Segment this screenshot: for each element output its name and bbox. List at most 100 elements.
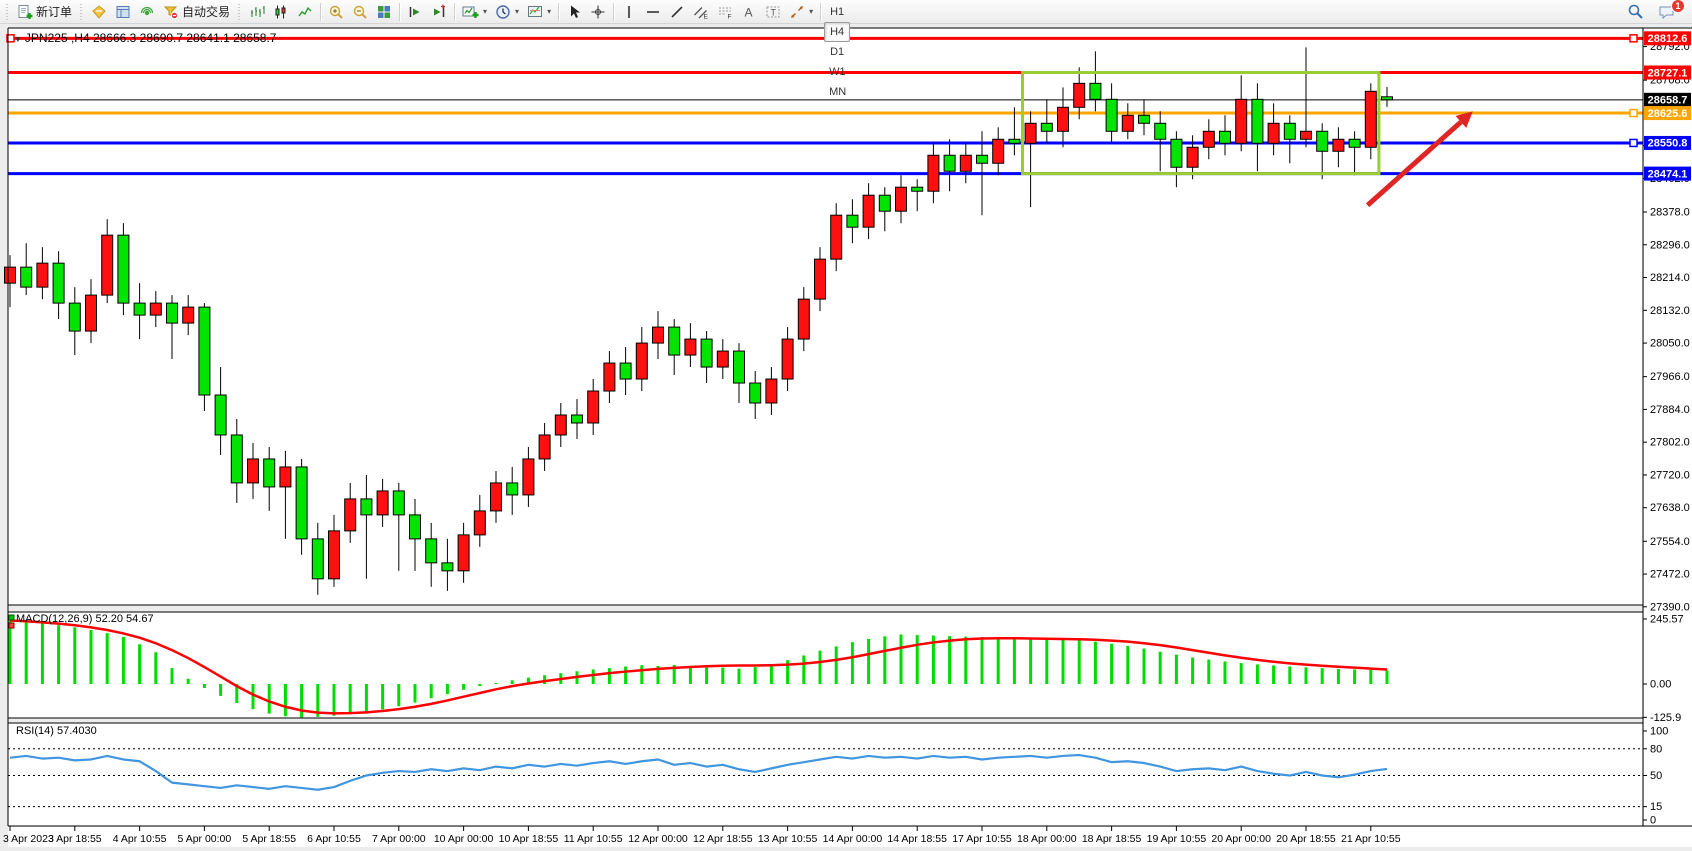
price-axis-label: 27966.0	[1650, 371, 1690, 383]
candle	[734, 351, 745, 383]
timeframe-button-h4[interactable]: H4	[824, 22, 850, 42]
timeframe-button-h1[interactable]: H1	[824, 2, 850, 22]
candle	[118, 235, 129, 303]
macd-signal-handle[interactable]	[9, 623, 14, 628]
candle	[896, 187, 907, 211]
bar-chart-button[interactable]	[245, 2, 269, 22]
candle	[312, 539, 323, 579]
notifications-button[interactable]: 1	[1654, 2, 1680, 22]
macd-axis-label: 245.57	[1650, 613, 1684, 625]
template-button[interactable]: ▾	[523, 2, 555, 22]
candle	[1090, 83, 1101, 99]
candle	[102, 235, 113, 295]
candle	[831, 215, 842, 259]
add-indicator-button[interactable]: ▾	[458, 2, 491, 22]
rsi-pane-background	[8, 723, 1643, 826]
macd-handle[interactable]	[9, 615, 14, 620]
autotrading-button[interactable]: 自动交易	[159, 2, 234, 22]
line-chart-icon	[297, 4, 313, 20]
time-axis-label: 7 Apr 00:00	[372, 833, 426, 845]
line-handle[interactable]	[1630, 139, 1637, 146]
crosshair-button[interactable]	[586, 2, 610, 22]
timeframe-button-mn[interactable]: MN	[824, 82, 851, 102]
time-axis-label: 10 Apr 18:55	[499, 833, 559, 845]
line-handle[interactable]	[1630, 110, 1637, 117]
candle	[685, 339, 696, 355]
time-axis-label: 20 Apr 18:55	[1276, 833, 1336, 845]
zoom-in-button[interactable]	[324, 2, 348, 22]
candle	[361, 499, 372, 515]
candle	[37, 263, 48, 287]
zoom-out-button[interactable]	[348, 2, 372, 22]
vertical-line-button[interactable]	[617, 2, 641, 22]
channel-icon: E	[693, 4, 709, 20]
timeframe-button-d1[interactable]: D1	[824, 42, 850, 62]
candle	[815, 259, 826, 299]
price-axis-label: 28050.0	[1650, 338, 1690, 350]
candle	[199, 307, 210, 395]
period-clock-button[interactable]: ▾	[491, 2, 523, 22]
chart-menu-icon[interactable]: ▼	[14, 35, 22, 44]
market-watch-icon	[91, 4, 107, 20]
new-order-icon	[17, 4, 33, 20]
time-axis-label: 3 Apr 18:55	[48, 833, 102, 845]
candle	[167, 303, 178, 323]
candle	[150, 303, 161, 315]
svg-text:F: F	[728, 13, 732, 20]
svg-text:T: T	[771, 7, 777, 17]
autotrading-label: 自动交易	[182, 3, 230, 20]
market-watch-button[interactable]	[87, 2, 111, 22]
text-button[interactable]: A	[737, 2, 761, 22]
arrows-tool-button[interactable]: ▾	[785, 2, 817, 22]
time-axis-label: 14 Apr 00:00	[823, 833, 883, 845]
candle	[296, 467, 307, 539]
time-axis-label: 5 Apr 18:55	[242, 833, 296, 845]
arrows-tool-icon	[789, 4, 805, 20]
candle	[588, 391, 599, 423]
candle	[523, 459, 534, 495]
fibonacci-icon: F	[717, 4, 733, 20]
candle	[1252, 99, 1263, 143]
horizontal-line-button[interactable]	[641, 2, 665, 22]
chart-shift-icon	[431, 4, 447, 20]
price-badge-label: 28727.1	[1648, 67, 1688, 79]
candle	[653, 327, 664, 343]
price-badge-label: 28658.7	[1648, 95, 1688, 107]
data-window-button[interactable]	[111, 2, 135, 22]
candlestick-chart-button[interactable]	[269, 2, 293, 22]
navigator-button[interactable]	[135, 2, 159, 22]
period-clock-icon	[495, 4, 511, 20]
chart-shift-button[interactable]	[427, 2, 451, 22]
candle	[1333, 139, 1344, 151]
timeframe-button-w1[interactable]: W1	[824, 62, 851, 82]
new-order-button[interactable]: 新订单	[13, 2, 76, 22]
text-label-button[interactable]: T	[761, 2, 785, 22]
text-icon: A	[741, 4, 757, 20]
candle	[1284, 123, 1295, 139]
candle	[960, 155, 971, 171]
fibonacci-button[interactable]: F	[713, 2, 737, 22]
cursor-button[interactable]	[562, 2, 586, 22]
line-chart-button[interactable]	[293, 2, 317, 22]
trendline-button[interactable]	[665, 2, 689, 22]
add-indicator-icon	[462, 4, 479, 20]
auto-scroll-button[interactable]	[403, 2, 427, 22]
candle	[183, 307, 194, 323]
toolbar-grip[interactable]	[236, 4, 243, 20]
candlestick-chart-icon	[273, 4, 289, 20]
chart-canvas: 28792.028708.028544.028462.028378.028296…	[0, 0, 1692, 851]
candle	[572, 415, 583, 423]
candle	[69, 303, 80, 331]
toolbar-grip[interactable]	[78, 4, 85, 20]
search-button[interactable]	[1623, 2, 1648, 22]
navigator-icon	[139, 4, 155, 20]
toolbar-grip[interactable]	[4, 4, 11, 20]
candle	[377, 491, 388, 515]
tile-windows-button[interactable]	[372, 2, 396, 22]
candle	[701, 339, 712, 367]
macd-indicator-label: MACD(12,26,9) 52.20 54.67	[16, 613, 154, 625]
candle	[636, 343, 647, 379]
line-handle[interactable]	[1630, 35, 1637, 42]
notification-badge: 1	[1671, 0, 1685, 13]
channel-button[interactable]: E	[689, 2, 713, 22]
